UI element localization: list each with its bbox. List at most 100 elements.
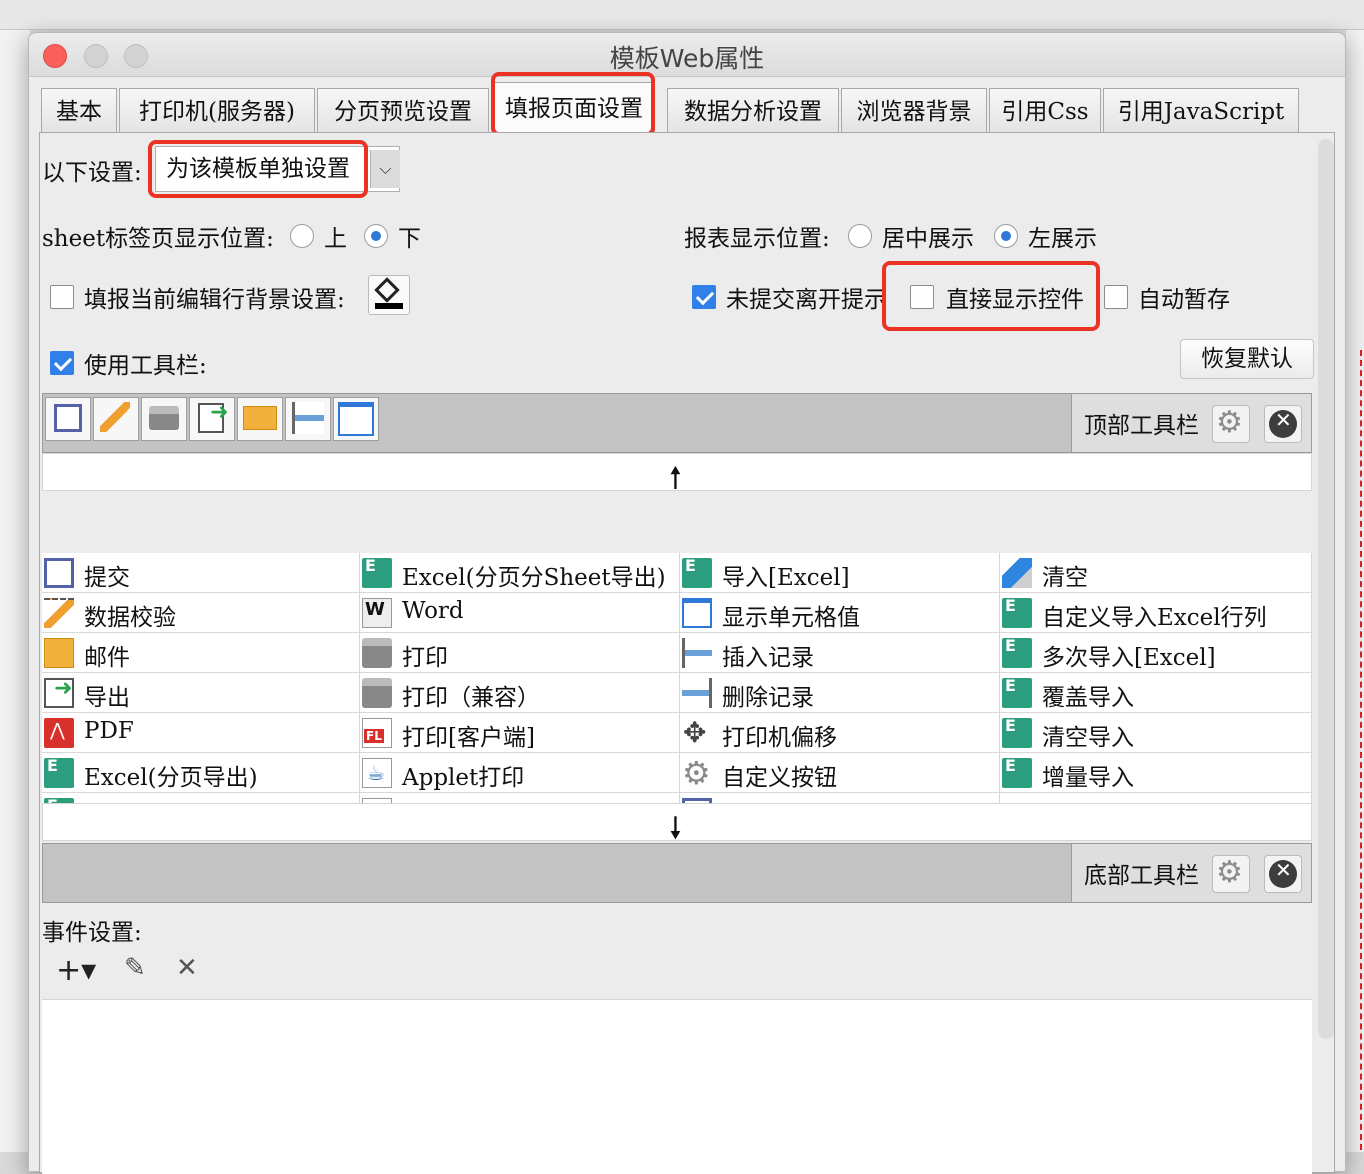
toolbar-button-option-label: 清空导入: [1042, 725, 1134, 751]
toolbar-button-option[interactable]: 提交: [42, 553, 360, 593]
excel-icon: [1002, 676, 1032, 708]
event-settings-label: 事件设置:: [42, 920, 142, 946]
report-position-left-label: 左展示: [1028, 226, 1097, 252]
move-icon: [682, 716, 712, 749]
toolbar-button-option[interactable]: 自定义导入Excel行列: [1000, 593, 1312, 633]
report-position-left-radio[interactable]: [994, 224, 1018, 248]
toolbar-button-option[interactable]: Word: [360, 593, 680, 633]
top-toolbar-strip[interactable]: ➜ 顶部工具栏: [42, 393, 1312, 453]
toolbar-button-option[interactable]: 打印（兼容）: [360, 673, 680, 713]
insert-icon: [682, 638, 712, 668]
toolbar-button-option[interactable]: 数据校验: [42, 593, 360, 633]
tab-data-analysis[interactable]: 数据分析设置: [667, 88, 839, 134]
tab-reference-javascript[interactable]: 引用JavaScript: [1103, 88, 1299, 134]
use-toolbar-checkbox[interactable]: [50, 351, 74, 375]
toolbar-button-option[interactable]: 插入记录: [680, 633, 1000, 673]
eraser-icon: [1002, 558, 1032, 588]
add-event-icon[interactable]: +▾: [56, 953, 96, 988]
unsubmitted-leave-prompt-label: 未提交离开提示: [726, 287, 887, 313]
toolbar-button-option[interactable]: 删除记录: [680, 673, 1000, 713]
button-grid-row: Excel(分页导出) Applet打印 自定义按钮 增量导入: [42, 753, 1312, 793]
unsubmitted-leave-prompt-checkbox[interactable]: [692, 285, 716, 309]
toolbar-button-option-label: 自定义导入Excel行列: [1042, 605, 1267, 631]
toolbar-button-option[interactable]: 导出: [42, 673, 360, 713]
toolbar-button-option-label: 数据校验: [84, 605, 176, 631]
toolbar-button-option-label: Applet打印: [402, 765, 525, 791]
event-list-area[interactable]: [42, 999, 1312, 1174]
export-icon[interactable]: ➜: [189, 397, 235, 441]
scope-label: 以下设置:: [42, 160, 142, 186]
tab-reference-css[interactable]: 引用Css: [989, 88, 1101, 134]
sheet-position-label: sheet标签页显示位置:: [42, 226, 274, 252]
tab-browser-background[interactable]: 浏览器背景: [841, 88, 987, 134]
toolbar-button-option[interactable]: 多次导入[Excel]: [1000, 633, 1312, 673]
save-icon[interactable]: [45, 397, 91, 441]
toolbar-button-option[interactable]: Excel(分页分Sheet导出): [360, 553, 680, 593]
tab-printer-server[interactable]: 打印机(服务器): [119, 88, 315, 134]
toolbar-button-option[interactable]: Applet打印: [360, 753, 680, 793]
toolbar-button-option-label: 显示单元格值: [722, 605, 860, 631]
highlight-show-controls: [882, 261, 1100, 331]
mail-icon[interactable]: [237, 397, 283, 441]
restore-default-button[interactable]: 恢复默认: [1180, 339, 1314, 379]
toolbar-button-option[interactable]: 自定义按钮: [680, 753, 1000, 793]
toolbar-button-option[interactable]: 清空导入: [1000, 713, 1312, 753]
tab-basic[interactable]: 基本: [41, 88, 117, 134]
background-sheet-left: [0, 30, 30, 1152]
insert-record-icon[interactable]: [285, 397, 331, 441]
toolbar-button-option-label: Word: [402, 598, 464, 624]
edit-event-icon[interactable]: ✎: [124, 953, 146, 983]
toolbar-button-option-label: 增量导入: [1042, 765, 1134, 791]
toolbar-button-option[interactable]: 显示单元格值: [680, 593, 1000, 633]
printer-icon[interactable]: [141, 397, 187, 441]
top-toolbar-close-icon[interactable]: [1264, 405, 1302, 443]
toolbar-button-option-label: 清空: [1042, 565, 1088, 591]
button-grid-row: PDF 打印[客户端] 打印机偏移 清空导入: [42, 713, 1312, 753]
button-grid-row: 邮件 打印 插入记录 多次导入[Excel]: [42, 633, 1312, 673]
row-background-checkbox[interactable]: [50, 285, 74, 309]
paint-bucket-icon[interactable]: [368, 275, 410, 315]
tab-page-preview[interactable]: 分页预览设置: [317, 88, 489, 134]
toolbar-button-option-label: 邮件: [84, 645, 130, 671]
toolbar-button-option[interactable]: 清空: [1000, 553, 1312, 593]
gearc-icon: [682, 754, 712, 792]
toolbar-button-option-label: 多次导入[Excel]: [1042, 645, 1216, 671]
bottom-toolbar-close-icon[interactable]: [1264, 855, 1302, 893]
toolbar-button-option[interactable]: 邮件: [42, 633, 360, 673]
sheet-position-top-radio[interactable]: [290, 224, 314, 248]
bottom-toolbar-strip[interactable]: 底部工具栏: [42, 843, 1312, 903]
pdf-icon: [44, 718, 74, 748]
row-background-label: 填报当前编辑行背景设置:: [84, 287, 345, 313]
window-icon[interactable]: [333, 397, 379, 441]
export-icon: [44, 676, 74, 708]
toolbar-button-option[interactable]: Excel(分页导出): [42, 753, 360, 793]
toolbar-button-option[interactable]: 打印[客户端]: [360, 713, 680, 753]
toolbar-button-option-label: Excel(分页导出): [84, 765, 258, 791]
printer-icon: [362, 638, 392, 668]
toolbar-button-option[interactable]: 打印: [360, 633, 680, 673]
chevron-down-icon[interactable]: ⌵: [370, 150, 400, 188]
use-toolbar-label: 使用工具栏:: [84, 353, 207, 379]
toolbar-button-option[interactable]: 增量导入: [1000, 753, 1312, 793]
toolbar-button-option[interactable]: 导入[Excel]: [680, 553, 1000, 593]
window-icon: [682, 598, 712, 628]
excel-icon: [1002, 596, 1032, 628]
pencil-icon[interactable]: [93, 397, 139, 441]
bottom-toolbar-settings-gear-icon[interactable]: [1212, 855, 1250, 893]
toolbar-button-option-label: 打印[客户端]: [402, 725, 535, 751]
toolbar-button-option-label: 打印（兼容）: [402, 685, 540, 711]
auto-save-checkbox[interactable]: [1104, 285, 1128, 309]
top-toolbar-settings-gear-icon[interactable]: [1212, 405, 1250, 443]
arrow-up-icon[interactable]: 🠕: [669, 456, 682, 507]
vertical-scrollbar[interactable]: [1318, 139, 1334, 1039]
toolbar-button-option[interactable]: PDF: [42, 713, 360, 753]
toolbar-button-option[interactable]: 覆盖导入: [1000, 673, 1312, 713]
delete-event-icon[interactable]: ✕: [176, 953, 198, 983]
toolbar-button-option[interactable]: 打印机偏移: [680, 713, 1000, 753]
pencil-icon: [44, 598, 74, 628]
sheet-position-bottom-radio[interactable]: [364, 224, 388, 248]
report-position-center-radio[interactable]: [848, 224, 872, 248]
applet-icon: [362, 758, 392, 788]
toolbar-button-option-label: 导入[Excel]: [722, 565, 850, 591]
toolbar-button-option-label: 提交: [84, 565, 130, 591]
